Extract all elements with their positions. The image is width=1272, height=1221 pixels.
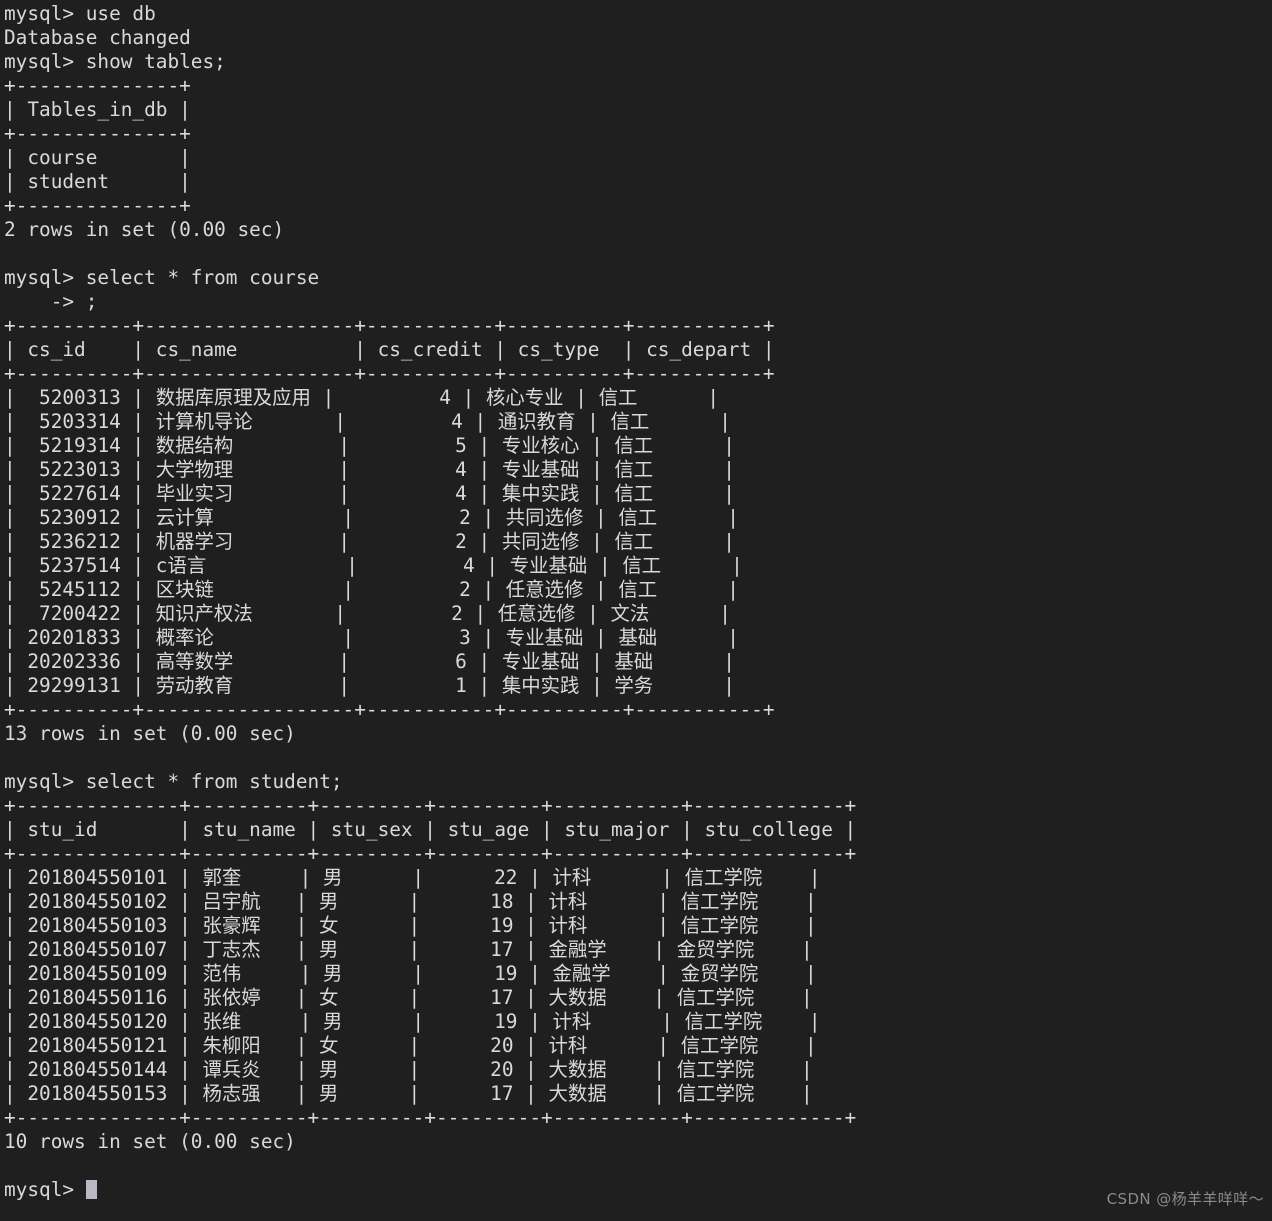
- table-row-student: | 201804550116 | 张依婷 | 女 | 17 | 大数据 | 信工…: [4, 986, 813, 1009]
- table-rule-student: +--------------+----------+---------+---…: [4, 794, 857, 817]
- table-rule-student: +--------------+----------+---------+---…: [4, 1106, 857, 1129]
- table-row-student: | 201804550153 | 杨志强 | 男 | 17 | 大数据 | 信工…: [4, 1082, 813, 1105]
- terminal-output[interactable]: mysql> use db Database changed mysql> show…: [0, 0, 1272, 1221]
- terminal-prompt-line[interactable]: mysql>: [4, 1178, 1272, 1202]
- table-row-course: | 5200313 | 数据库原理及应用 | 4 | 核心专业 | 信工 |: [4, 386, 720, 409]
- prompt-label: mysql>: [4, 1178, 86, 1201]
- table-rule-student: +--------------+----------+---------+---…: [4, 842, 857, 865]
- csdn-watermark: CSDN @杨羊羊咩咩～: [1106, 1190, 1264, 1208]
- table-row-course: | 5237514 | c语言 | 4 | 专业基础 | 信工 |: [4, 554, 743, 577]
- table-row-student: | 201804550101 | 郭奎 | 男 | 22 | 计科 | 信工学院…: [4, 866, 821, 889]
- table-row-course: | 29299131 | 劳动教育 | 1 | 集中实践 | 学务 |: [4, 674, 735, 697]
- terminal-status-line: 10 rows in set (0.00 sec): [4, 1130, 296, 1153]
- table-rule-course: +----------+------------------+---------…: [4, 698, 775, 721]
- table-row-student: | 201804550102 | 吕宇航 | 男 | 18 | 计科 | 信工学…: [4, 890, 817, 913]
- table-rule-tables-in-db: +--------------+: [4, 74, 191, 97]
- terminal-command-line[interactable]: mysql> show tables;: [4, 50, 1272, 74]
- terminal-continuation-line[interactable]: -> ;: [4, 290, 1272, 314]
- table-row-course: | 5245112 | 区块链 | 2 | 任意选修 | 信工 |: [4, 578, 739, 601]
- table-row-course: | 20201833 | 概率论 | 3 | 专业基础 | 基础 |: [4, 626, 739, 649]
- table-rule-tables-in-db: +--------------+: [4, 194, 191, 217]
- table-row-course: | 5203314 | 计算机导论 | 4 | 通识教育 | 信工 |: [4, 410, 731, 433]
- table-row-course: | 5223013 | 大学物理 | 4 | 专业基础 | 信工 |: [4, 458, 735, 481]
- terminal-status-line: 13 rows in set (0.00 sec): [4, 722, 296, 745]
- table-row-tables-in-db: | course |: [4, 146, 191, 169]
- table-header-course: | cs_id | cs_name | cs_credit | cs_type …: [4, 338, 775, 361]
- table-row-student: | 201804550121 | 朱柳阳 | 女 | 20 | 计科 | 信工学…: [4, 1034, 817, 1057]
- table-row-student: | 201804550144 | 谭兵炎 | 男 | 20 | 大数据 | 信工…: [4, 1058, 813, 1081]
- table-row-course: | 5230912 | 云计算 | 2 | 共同选修 | 信工 |: [4, 506, 739, 529]
- text-cursor: [85, 1180, 98, 1199]
- table-row-course: | 5219314 | 数据结构 | 5 | 专业核心 | 信工 |: [4, 434, 735, 457]
- table-row-student: | 201804550107 | 丁志杰 | 男 | 17 | 金融学 | 金贸…: [4, 938, 813, 961]
- table-header-tables-in-db: | Tables_in_db |: [4, 98, 191, 121]
- table-row-course: | 5236212 | 机器学习 | 2 | 共同选修 | 信工 |: [4, 530, 735, 553]
- table-row-course: | 7200422 | 知识产权法 | 2 | 任意选修 | 文法 |: [4, 602, 731, 625]
- table-rule-tables-in-db: +--------------+: [4, 122, 191, 145]
- table-row-course: | 5227614 | 毕业实习 | 4 | 集中实践 | 信工 |: [4, 482, 735, 505]
- terminal-command-line[interactable]: mysql> select * from student;: [4, 770, 1272, 794]
- table-row-student: | 201804550120 | 张维 | 男 | 19 | 计科 | 信工学院…: [4, 1010, 821, 1033]
- terminal-status-line: 2 rows in set (0.00 sec): [4, 218, 285, 241]
- table-header-student: | stu_id | stu_name | stu_sex | stu_age …: [4, 818, 857, 841]
- table-rule-course: +----------+------------------+---------…: [4, 362, 775, 385]
- terminal-status-line: Database changed: [4, 26, 191, 49]
- table-row-course: | 20202336 | 高等数学 | 6 | 专业基础 | 基础 |: [4, 650, 735, 673]
- terminal-command-line[interactable]: mysql> use db: [4, 2, 1272, 26]
- table-rule-course: +----------+------------------+---------…: [4, 314, 775, 337]
- table-row-tables-in-db: | student |: [4, 170, 191, 193]
- table-row-student: | 201804550103 | 张豪辉 | 女 | 19 | 计科 | 信工学…: [4, 914, 817, 937]
- terminal-command-line[interactable]: mysql> select * from course: [4, 266, 1272, 290]
- table-row-student: | 201804550109 | 范伟 | 男 | 19 | 金融学 | 金贸学…: [4, 962, 817, 985]
